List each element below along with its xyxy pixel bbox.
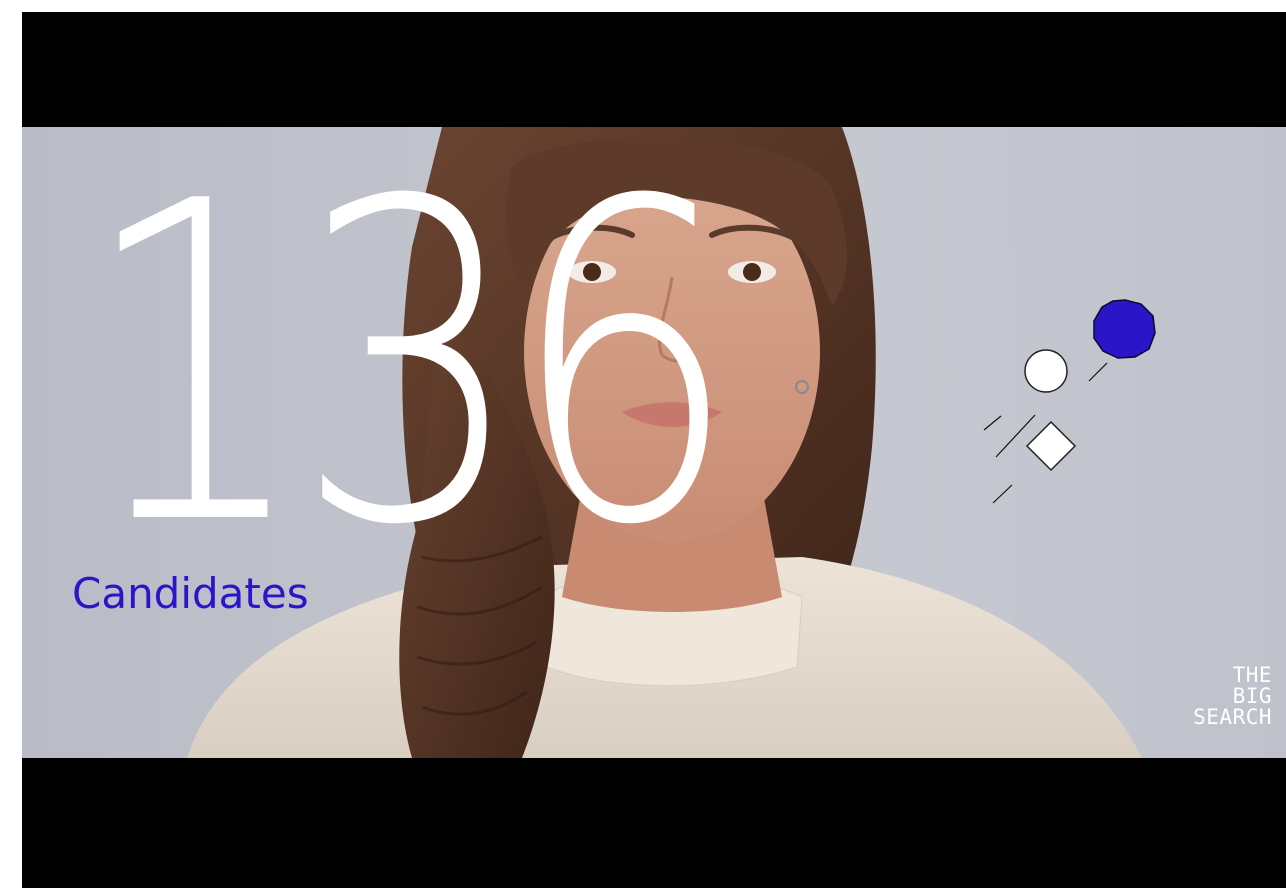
filled-octagon-icon — [1093, 299, 1156, 359]
brand-line-3: SEARCH — [1193, 705, 1272, 729]
candidates-label: Candidates — [72, 569, 309, 618]
brand-line-1: THE — [1232, 663, 1272, 687]
white-diamond-icon — [1025, 420, 1077, 472]
white-circle-icon — [1024, 349, 1068, 393]
portrait-photo: 136 Candidates THE BIG SEARCH — [22, 127, 1286, 758]
brand-logo: THE BIG SEARCH — [1193, 665, 1272, 728]
video-frame: 136 Candidates THE BIG SEARCH — [22, 12, 1286, 888]
brand-line-2: BIG — [1232, 684, 1272, 708]
decorative-shapes — [983, 299, 1156, 504]
candidate-count: 136 — [80, 127, 739, 621]
